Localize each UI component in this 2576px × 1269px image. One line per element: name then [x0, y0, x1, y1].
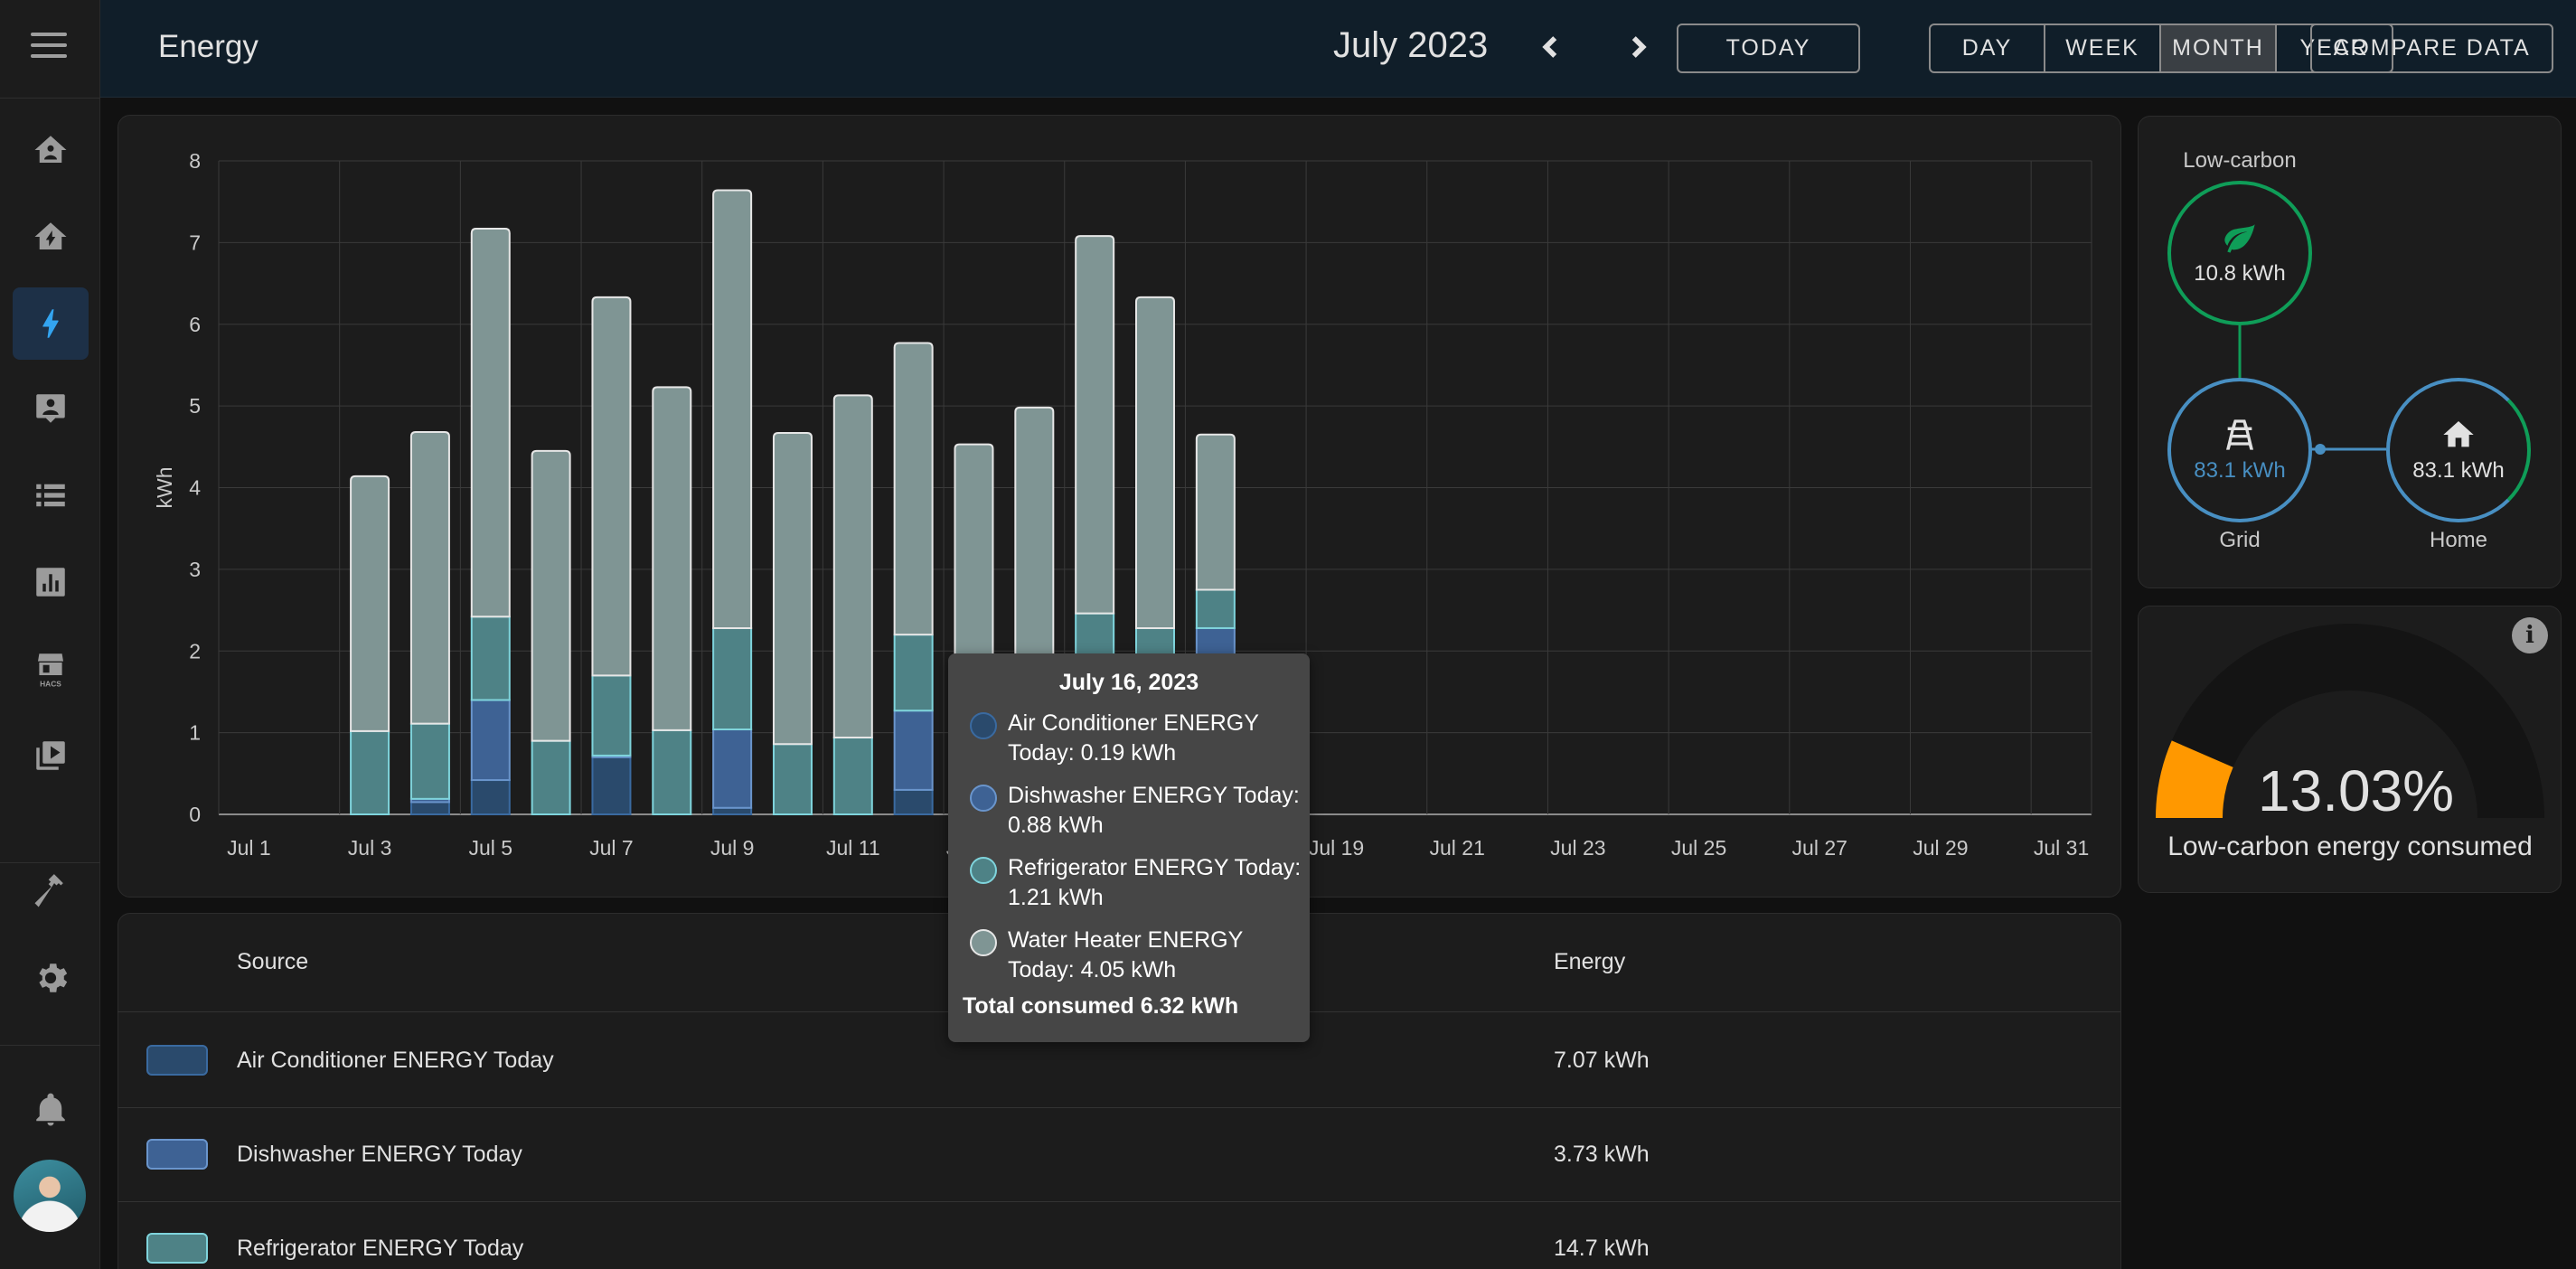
tooltip-item-line2: Today: 4.05 kWh	[1008, 957, 1177, 982]
series-dot	[970, 785, 997, 812]
bell-icon	[36, 1093, 65, 1126]
tooltip-item-line2: 1.21 kWh	[1008, 885, 1104, 910]
tooltip-total: Total consumed 6.32 kWh	[963, 993, 1239, 1019]
row-source-name: Refrigerator ENERGY Today	[237, 1236, 524, 1261]
chart-tooltip: July 16, 2023 Air Conditioner ENERGY Toda…	[948, 653, 1310, 1042]
tooltip-item-line1: Air Conditioner ENERGY	[1008, 710, 1259, 736]
series-dot	[970, 712, 997, 739]
row-energy-value: 7.07 kWh	[1554, 1048, 1650, 1073]
row-source-name: Air Conditioner ENERGY Today	[237, 1048, 554, 1073]
tooltip-item-line1: Water Heater ENERGY	[1008, 927, 1244, 953]
tooltip-item-line1: Refrigerator ENERGY Today:	[1008, 855, 1302, 880]
avatar[interactable]	[14, 1160, 86, 1232]
series-color-swatch	[146, 1045, 208, 1076]
row-source-name: Dishwasher ENERGY Today	[237, 1142, 522, 1167]
tooltip-item-line2: 0.88 kWh	[1008, 813, 1104, 838]
energy-column-header[interactable]: Energy	[1554, 949, 1625, 975]
gauge-fill	[2156, 740, 2234, 820]
gauge-label: Low-carbon energy consumed	[2167, 832, 2533, 861]
tooltip-item-line1: Dishwasher ENERGY Today:	[1008, 783, 1300, 808]
series-color-swatch	[146, 1139, 208, 1170]
sidebar-item-notifications[interactable]	[13, 1074, 89, 1146]
table-row[interactable]: Refrigerator ENERGY Today 14.7 kWh	[118, 1202, 2120, 1269]
row-energy-value: 14.7 kWh	[1554, 1236, 1650, 1261]
tooltip-item-line2: Today: 0.19 kWh	[1008, 740, 1177, 766]
series-color-swatch	[146, 1233, 208, 1264]
series-dot	[970, 857, 997, 884]
sidebar-item-settings[interactable]	[13, 942, 89, 1014]
series-dot	[970, 929, 997, 956]
row-energy-value: 3.73 kWh	[1554, 1142, 1650, 1167]
sidebar-divider	[0, 1045, 100, 1046]
table-row[interactable]: Dishwasher ENERGY Today 3.73 kWh	[118, 1108, 2120, 1202]
source-column-header[interactable]: Source	[237, 949, 308, 975]
tooltip-title: July 16, 2023	[1058, 670, 1199, 695]
cog-icon	[39, 964, 68, 992]
gauge-value: 13.03%	[2258, 758, 2455, 823]
